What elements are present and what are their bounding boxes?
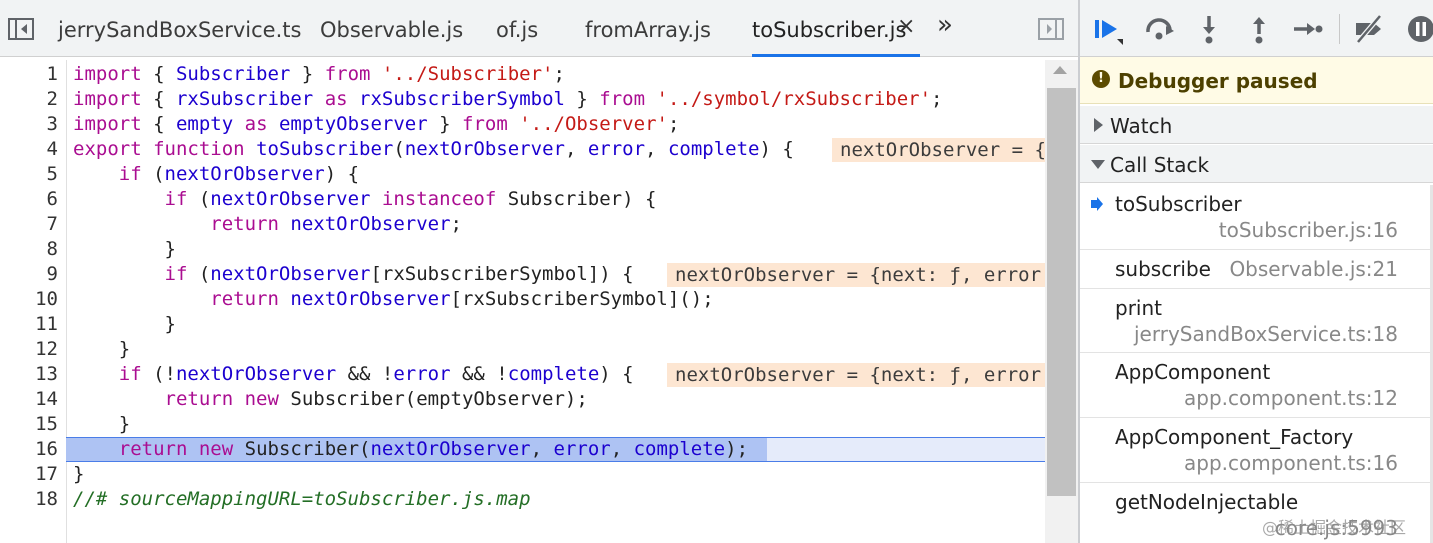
code-line: 11 } (0, 312, 1045, 337)
line-number[interactable]: 18 (0, 487, 58, 512)
expand-arrow-icon (1094, 118, 1103, 132)
debugger-toolbar (1080, 0, 1433, 57)
call-frame-location[interactable]: app.component.ts:16 (1184, 451, 1398, 475)
line-number[interactable]: 2 (0, 87, 58, 112)
debugger-sidebar: ! Debugger paused Watch Call Stack toSub… (1080, 0, 1433, 543)
code-line: 14 return new Subscriber(emptyObserver); (0, 387, 1045, 412)
line-number[interactable]: 16 (0, 437, 58, 462)
call-stack-label: Call Stack (1110, 153, 1210, 177)
call-frame-location[interactable]: Observable.js:21 (1229, 257, 1398, 281)
code-line: 7 return nextOrObserver; (0, 212, 1045, 237)
debugger-paused-banner: ! Debugger paused (1080, 57, 1433, 104)
code-line: 8 } (0, 237, 1045, 262)
scrollbar-thumb[interactable] (1047, 88, 1076, 496)
tab-observable[interactable]: Observable.js (320, 0, 463, 57)
call-frame[interactable]: AppComponent app.component.ts:12 (1080, 353, 1433, 418)
inline-variable-value[interactable]: nextOrObserver = { (832, 138, 1045, 162)
info-icon: ! (1092, 70, 1110, 88)
call-frame-function: toSubscriber (1115, 192, 1242, 216)
call-frame-function: subscribe (1115, 257, 1211, 281)
code-line: 15 } (0, 412, 1045, 437)
call-frame-function: getNodeInjectable (1115, 490, 1299, 514)
debugger-paused-label: Debugger paused (1118, 69, 1318, 93)
line-number[interactable]: 14 (0, 387, 58, 412)
current-execution-line: 16 return new Subscriber(nextOrObserver,… (0, 437, 1045, 462)
call-frame[interactable]: subscribe Observable.js:21 (1080, 250, 1433, 289)
call-frame-location[interactable]: jerrySandBoxService.ts:18 (1134, 322, 1398, 346)
line-number[interactable]: 15 (0, 412, 58, 437)
inline-variable-value[interactable]: nextOrObserver = {next: ƒ, error (667, 263, 1045, 287)
line-number[interactable]: 3 (0, 112, 58, 137)
call-frame[interactable]: print jerrySandBoxService.ts:18 (1080, 289, 1433, 353)
line-number[interactable]: 5 (0, 162, 58, 187)
call-frame[interactable]: toSubscriber toSubscriber.js:16 (1080, 185, 1433, 250)
line-number[interactable]: 10 (0, 287, 58, 312)
step-icon[interactable] (1290, 12, 1324, 46)
line-number[interactable]: 8 (0, 237, 58, 262)
call-frame-location[interactable]: toSubscriber.js:16 (1219, 218, 1398, 242)
editor-pane: jerrySandBoxService.ts Observable.js of.… (0, 0, 1078, 543)
watch-section-header[interactable]: Watch (1080, 106, 1433, 144)
call-frame-function: print (1115, 296, 1162, 320)
tab-from-array[interactable]: fromArray.js (585, 0, 711, 57)
code-line: 13 if (!nextOrObserver && !error && !com… (0, 362, 1045, 387)
line-number[interactable]: 12 (0, 337, 58, 362)
call-frame[interactable]: AppComponent_Factory app.component.ts:16 (1080, 418, 1433, 483)
toolbar-separator (1339, 14, 1340, 44)
step-over-icon[interactable] (1142, 12, 1176, 46)
call-frame-location[interactable]: app.component.ts:12 (1184, 386, 1398, 410)
step-out-icon[interactable] (1242, 12, 1276, 46)
watch-label: Watch (1110, 114, 1173, 138)
collapse-arrow-icon (1091, 160, 1105, 169)
tab-jerry-sandbox-service[interactable]: jerrySandBoxService.ts (58, 0, 301, 57)
call-frame-function: AppComponent (1115, 360, 1271, 384)
pause-on-exceptions-icon[interactable] (1404, 12, 1433, 46)
call-stack-list: toSubscriber toSubscriber.js:16 subscrib… (1080, 185, 1433, 543)
tab-of[interactable]: of.js (496, 0, 538, 57)
code-line: 3 import { empty as emptyObserver } from … (0, 112, 1045, 137)
line-number[interactable]: 1 (0, 62, 58, 87)
scroll-up-arrow-icon[interactable] (1053, 66, 1067, 74)
close-tab-icon[interactable]: × (897, 16, 917, 38)
line-number[interactable]: 4 (0, 137, 58, 162)
deactivate-breakpoints-icon[interactable] (1352, 12, 1386, 46)
tab-to-subscriber[interactable]: toSubscriber.js (752, 0, 920, 57)
tab-overflow-icon[interactable]: » (937, 12, 957, 38)
editor-vertical-scrollbar[interactable] (1045, 60, 1078, 543)
line-number[interactable]: 9 (0, 262, 58, 287)
code-line: 10 return nextOrObserver[rxSubscriberSym… (0, 287, 1045, 312)
line-number[interactable]: 11 (0, 312, 58, 337)
line-number[interactable]: 6 (0, 187, 58, 212)
code-line: 2 import { rxSubscriber as rxSubscriberSy… (0, 87, 1045, 112)
resume-icon[interactable] (1090, 12, 1124, 46)
line-number[interactable]: 13 (0, 362, 58, 387)
code-line: 6 if (nextOrObserver instanceof Subscrib… (0, 187, 1045, 212)
editor-tab-bar: jerrySandBoxService.ts Observable.js of.… (0, 0, 1078, 57)
toggle-debugger-sidebar-icon[interactable] (1036, 14, 1066, 44)
current-frame-arrow-icon (1091, 197, 1103, 211)
line-number[interactable]: 7 (0, 212, 58, 237)
code-line: 12 } (0, 337, 1045, 362)
code-line: 18//# sourceMappingURL=toSubscriber.js.m… (0, 487, 1045, 512)
step-into-icon[interactable] (1192, 12, 1226, 46)
code-line: 1 import { Subscriber } from '../Subscrib… (0, 62, 1045, 87)
call-stack-section-header[interactable]: Call Stack (1080, 145, 1433, 183)
inline-variable-value[interactable]: nextOrObserver = {next: ƒ, error (667, 363, 1045, 387)
code-line: 17} (0, 462, 1045, 487)
call-frame-function: AppComponent_Factory (1115, 425, 1354, 449)
code-line: 5 if (nextOrObserver) { (0, 162, 1045, 187)
code-line: 9 if (nextOrObserver[rxSubscriberSymbol]… (0, 262, 1045, 287)
code-line: 4 export function toSubscriber(nextOrObse… (0, 137, 1045, 162)
tab-to-subscriber-label: toSubscriber.js (752, 18, 907, 42)
code-editor[interactable]: 1 import { Subscriber } from '../Subscrib… (0, 60, 1045, 543)
watermark: @稀土掘金技术社区 (1262, 518, 1407, 537)
toggle-navigator-icon[interactable] (6, 14, 36, 44)
line-number[interactable]: 17 (0, 462, 58, 487)
